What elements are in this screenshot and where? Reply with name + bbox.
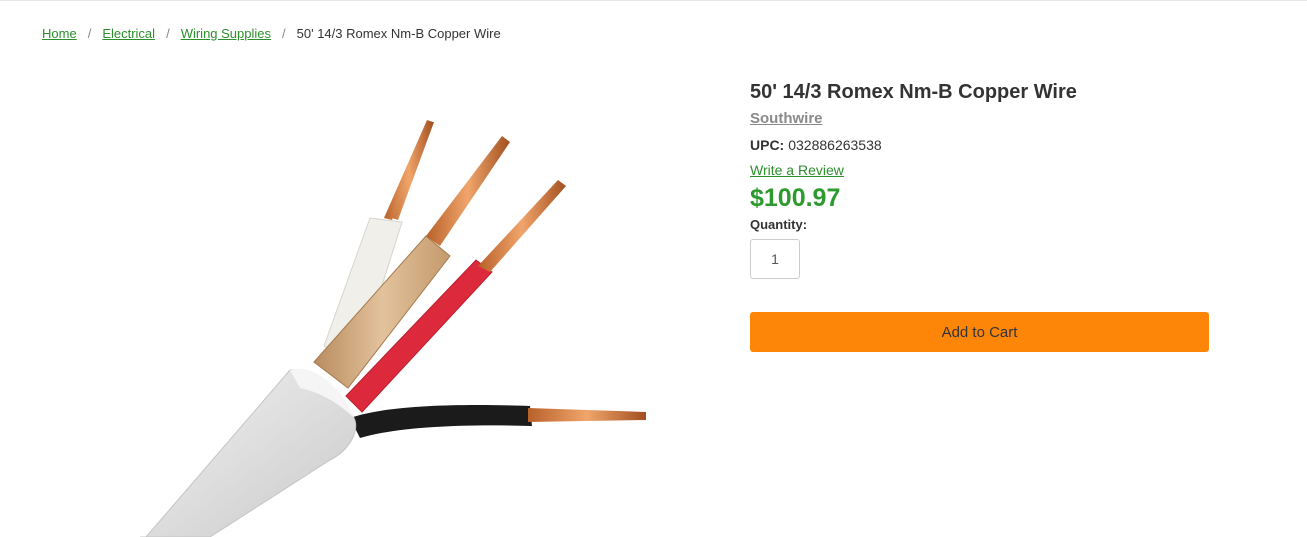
breadcrumb-electrical-link[interactable]: Electrical	[102, 26, 155, 41]
breadcrumb-separator: /	[282, 25, 286, 41]
add-to-cart-button[interactable]: Add to Cart	[750, 312, 1209, 352]
product-title: 50' 14/3 Romex Nm-B Copper Wire	[750, 81, 1077, 103]
breadcrumb-separator: /	[166, 25, 170, 41]
product-info: 50' 14/3 Romex Nm-B Copper Wire Southwir…	[750, 78, 1210, 279]
breadcrumb-current: 50' 14/3 Romex Nm-B Copper Wire	[296, 25, 501, 41]
breadcrumb: Home / Electrical / Wiring Supplies / 50…	[42, 24, 501, 42]
breadcrumb-home-link[interactable]: Home	[42, 26, 77, 41]
write-review-link[interactable]: Write a Review	[750, 161, 844, 179]
quantity-label: Quantity:	[750, 217, 808, 232]
breadcrumb-separator: /	[87, 25, 92, 41]
romex-wire-image	[140, 120, 646, 537]
upc-value: 032886263538	[788, 137, 882, 153]
upc-label: UPC:	[750, 137, 785, 153]
upc-row: UPC: 032886263538	[750, 136, 1210, 154]
top-divider	[0, 0, 1307, 1]
product-image[interactable]	[140, 100, 660, 537]
quantity-input[interactable]	[750, 239, 800, 279]
breadcrumb-wiring-supplies-link[interactable]: Wiring Supplies	[181, 26, 271, 41]
brand-link[interactable]: Southwire	[750, 109, 823, 129]
product-price: $100.97	[750, 184, 841, 212]
